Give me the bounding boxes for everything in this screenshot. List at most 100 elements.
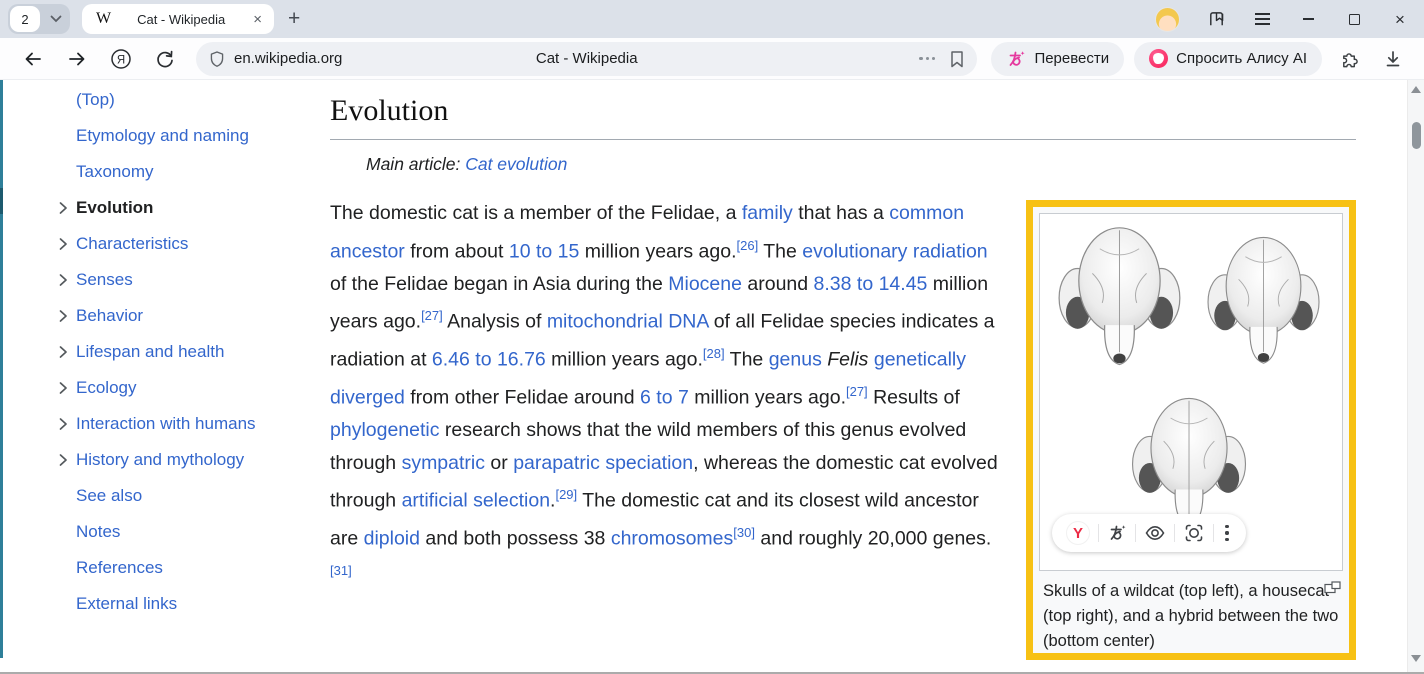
side-panel-button[interactable]	[1206, 9, 1226, 29]
wiki-link[interactable]: artificial selection	[402, 490, 550, 512]
reference-link[interactable]: [30]	[733, 525, 755, 540]
reference-link[interactable]: [27]	[846, 384, 868, 399]
reference-link[interactable]: [31]	[330, 563, 352, 578]
sidebar-item-see-also[interactable]: See also	[56, 478, 326, 514]
browser-tab[interactable]: W Cat - Wikipedia ×	[82, 4, 274, 34]
wiki-link[interactable]: diploid	[364, 528, 420, 550]
wiki-link[interactable]: chromosomes	[611, 528, 733, 550]
ask-alice-button[interactable]: Спросить Алису AI	[1134, 42, 1322, 76]
sidebar-item-ecology[interactable]: Ecology	[56, 370, 326, 406]
reference-link[interactable]: [26]	[737, 238, 759, 253]
chevron-right-icon[interactable]	[54, 271, 72, 289]
wiki-link[interactable]: 6.46 to 16.76	[432, 349, 546, 371]
sidebar-handle[interactable]	[0, 188, 3, 214]
scroll-up-button[interactable]	[1411, 86, 1421, 93]
tab-count[interactable]: 2	[10, 6, 40, 32]
tab-list-chevron-button[interactable]	[42, 15, 70, 23]
yandex-start-button[interactable]: Я	[104, 42, 138, 76]
sidebar-item-senses[interactable]: Senses	[56, 262, 326, 298]
chevron-right-icon[interactable]	[54, 451, 72, 469]
yandex-circle-icon: Я	[110, 48, 132, 70]
enlarge-button[interactable]	[1324, 581, 1341, 594]
translate-button[interactable]: Перевести	[991, 42, 1124, 76]
forward-button[interactable]	[60, 42, 94, 76]
text-run: Analysis of	[443, 311, 547, 333]
wiki-link[interactable]: 8.38 to 14.45	[814, 273, 928, 295]
scroll-down-button[interactable]	[1411, 655, 1421, 662]
chevron-right-icon[interactable]	[54, 307, 72, 325]
reference-link[interactable]: [29]	[555, 487, 577, 502]
sidebar-item-external-links[interactable]: External links	[56, 586, 326, 622]
address-bar[interactable]: en.wikipedia.org Cat - Wikipedia	[196, 42, 977, 76]
sidebar-item-behavior[interactable]: Behavior	[56, 298, 326, 334]
wiki-link[interactable]: genus	[769, 349, 822, 371]
sidebar-item-etymology-and-naming[interactable]: Etymology and naming	[56, 118, 326, 154]
back-button[interactable]	[16, 42, 50, 76]
wiki-link[interactable]: sympatric	[402, 452, 485, 474]
sidebar-item-taxonomy[interactable]: Taxonomy	[56, 154, 326, 190]
sidebar-item-evolution[interactable]: Evolution	[56, 190, 326, 226]
forward-arrow-icon	[67, 49, 87, 69]
translate-image-button[interactable]	[1107, 523, 1127, 543]
wiki-link[interactable]: parapatric speciation	[513, 452, 693, 474]
image-more-button[interactable]	[1222, 525, 1231, 541]
url-text[interactable]: en.wikipedia.org	[234, 50, 342, 67]
text-run: from about	[405, 240, 509, 262]
reload-button[interactable]	[148, 42, 182, 76]
text-run: million years ago.	[546, 349, 703, 371]
reference-link[interactable]: [27]	[421, 308, 443, 323]
chevron-right-icon[interactable]	[54, 343, 72, 361]
sidebar-item-top[interactable]: (Top)	[56, 82, 326, 118]
wikipedia-favicon-icon: W	[96, 10, 111, 28]
sidebar-item-lifespan-and-health[interactable]: Lifespan and health	[56, 334, 326, 370]
new-tab-button[interactable]: +	[288, 7, 300, 31]
sidebar-accent-strip[interactable]	[0, 80, 3, 658]
sidebar-item-history-and-mythology[interactable]: History and mythology	[56, 442, 326, 478]
scroll-thumb[interactable]	[1412, 122, 1421, 149]
chevron-right-icon[interactable]	[54, 199, 72, 217]
alice-icon	[1149, 49, 1168, 68]
chevron-right-icon[interactable]	[54, 415, 72, 433]
skulls-image[interactable]: Y	[1039, 213, 1343, 571]
close-window-button[interactable]: ×	[1390, 9, 1410, 29]
tab-close-button[interactable]: ×	[251, 10, 264, 29]
menu-button[interactable]	[1252, 9, 1272, 29]
sidebar-item-characteristics[interactable]: Characteristics	[56, 226, 326, 262]
wiki-link[interactable]: 6 to 7	[640, 387, 689, 409]
sidebar-item-label: See also	[76, 486, 142, 506]
wiki-link[interactable]: Miocene	[668, 273, 742, 295]
search-by-image-button[interactable]	[1183, 522, 1205, 544]
text-run: The domestic cat is a member of the Feli…	[330, 202, 742, 224]
view-image-button[interactable]	[1144, 522, 1166, 544]
wiki-link[interactable]: evolutionary radiation	[802, 240, 987, 262]
extensions-button[interactable]	[1332, 42, 1366, 76]
sidebar-item-references[interactable]: References	[56, 550, 326, 586]
chevron-right-icon[interactable]	[54, 379, 72, 397]
yandex-image-search-button[interactable]: Y	[1066, 521, 1090, 545]
reference-link[interactable]: [28]	[703, 346, 725, 361]
wiki-link[interactable]: family	[742, 202, 793, 224]
bookmark-icon[interactable]	[949, 50, 965, 68]
puzzle-icon	[1339, 48, 1360, 69]
chevron-right-icon[interactable]	[54, 235, 72, 253]
table-of-contents: (Top)Etymology and namingTaxonomyEvoluti…	[56, 82, 326, 622]
profile-avatar[interactable]	[1155, 7, 1180, 32]
sidebar-item-interaction-with-humans[interactable]: Interaction with humans	[56, 406, 326, 442]
wiki-link[interactable]: phylogenetic	[330, 419, 440, 441]
image-toolbar: Y	[1052, 514, 1246, 552]
tab-counter[interactable]: 2	[8, 4, 70, 34]
sidebar-item-label: Ecology	[76, 378, 136, 398]
toolbar-divider	[1174, 524, 1175, 542]
downloads-button[interactable]	[1376, 42, 1410, 76]
wiki-link[interactable]: mitochondrial DNA	[547, 311, 708, 333]
wiki-link[interactable]: Cat evolution	[465, 154, 567, 174]
minimize-button[interactable]	[1298, 9, 1318, 29]
site-shield-icon[interactable]	[208, 50, 226, 68]
sidebar-item-notes[interactable]: Notes	[56, 514, 326, 550]
maximize-button[interactable]	[1344, 9, 1364, 29]
more-actions-icon[interactable]	[919, 57, 935, 60]
image-thumbnail[interactable]: Y	[1026, 200, 1356, 660]
browser-toolbar: Я en.wikipedia.org Cat - Wikipedia	[0, 38, 1424, 80]
vertical-scrollbar[interactable]	[1407, 80, 1424, 672]
wiki-link[interactable]: 10 to 15	[509, 240, 579, 262]
